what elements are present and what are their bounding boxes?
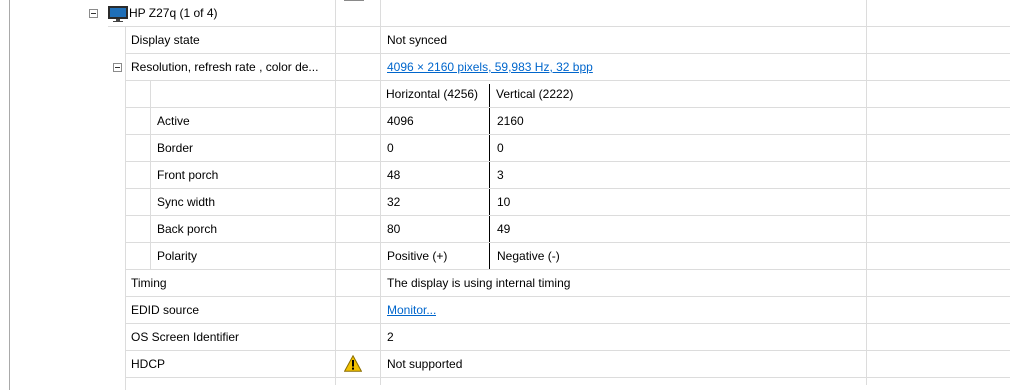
horizontal-value: 80: [387, 222, 401, 236]
property-label: Border: [157, 141, 194, 155]
property-label: Sync width: [157, 195, 216, 209]
property-row-timing[interactable]: Timing The display is using internal tim…: [0, 270, 1010, 297]
vertical-value: 49: [497, 222, 511, 236]
warning-icon: [344, 355, 362, 372]
property-label: OS Screen Identifier: [131, 330, 240, 344]
property-row-resolution[interactable]: Resolution, refresh rate , color de... 4…: [0, 54, 1010, 81]
horizontal-value: Positive (+): [387, 249, 448, 263]
property-label: HDCP: [131, 357, 166, 371]
vertical-value: Negative (-): [497, 249, 560, 263]
property-row-edid-source[interactable]: EDID source Monitor...: [0, 297, 1010, 324]
timing-row-front-porch[interactable]: Front porch 48 3: [0, 162, 1010, 189]
edid-source-link[interactable]: Monitor...: [387, 297, 436, 323]
timing-row-polarity[interactable]: Polarity Positive (+) Negative (-): [0, 243, 1010, 270]
property-value: Not synced: [387, 33, 448, 47]
property-row-display-state[interactable]: Display state Not synced: [0, 27, 1010, 54]
property-value: Not supported: [387, 357, 463, 371]
property-label: Resolution, refresh rate , color de...: [131, 60, 319, 74]
property-label: Back porch: [157, 222, 218, 236]
vertical-value: 2160: [497, 114, 524, 128]
horizontal-value: 0: [387, 141, 394, 155]
property-row-hdcp[interactable]: HDCP Not supported: [0, 351, 1010, 378]
vertical-header: Vertical (2222): [496, 87, 574, 101]
device-title: HP Z27q (1 of 4): [129, 6, 218, 20]
monitor-icon: [108, 6, 128, 22]
resolution-link[interactable]: 4096 × 2160 pixels, 59,983 Hz, 32 bpp: [387, 54, 593, 80]
collapse-toggle[interactable]: [89, 9, 98, 18]
property-label: Front porch: [157, 168, 219, 182]
property-label: Timing: [131, 276, 167, 290]
timing-row-border[interactable]: Border 0 0: [0, 135, 1010, 162]
vertical-value: 0: [497, 141, 504, 155]
timing-row-back-porch[interactable]: Back porch 80 49: [0, 216, 1010, 243]
property-label: Display state: [131, 33, 200, 47]
collapse-toggle[interactable]: [113, 63, 122, 72]
device-row[interactable]: HP Z27q (1 of 4): [0, 0, 1010, 27]
vertical-value: 3: [497, 168, 504, 182]
property-label: EDID source: [131, 303, 200, 317]
property-label: Polarity: [157, 249, 198, 263]
property-label: Active: [157, 114, 190, 128]
horizontal-value: 32: [387, 195, 401, 209]
timing-row-sync-width[interactable]: Sync width 32 10: [0, 189, 1010, 216]
property-value: 2: [387, 330, 394, 344]
property-row-os-screen-identifier[interactable]: OS Screen Identifier 2: [0, 324, 1010, 351]
horizontal-value: 4096: [387, 114, 414, 128]
horizontal-value: 48: [387, 168, 401, 182]
property-value: The display is using internal timing: [387, 276, 571, 290]
timing-row-active[interactable]: Active 4096 2160: [0, 108, 1010, 135]
vertical-value: 10: [497, 195, 511, 209]
timing-subheader-row: Horizontal (4256) Vertical (2222): [0, 81, 1010, 108]
horizontal-header: Horizontal (4256): [386, 87, 479, 101]
